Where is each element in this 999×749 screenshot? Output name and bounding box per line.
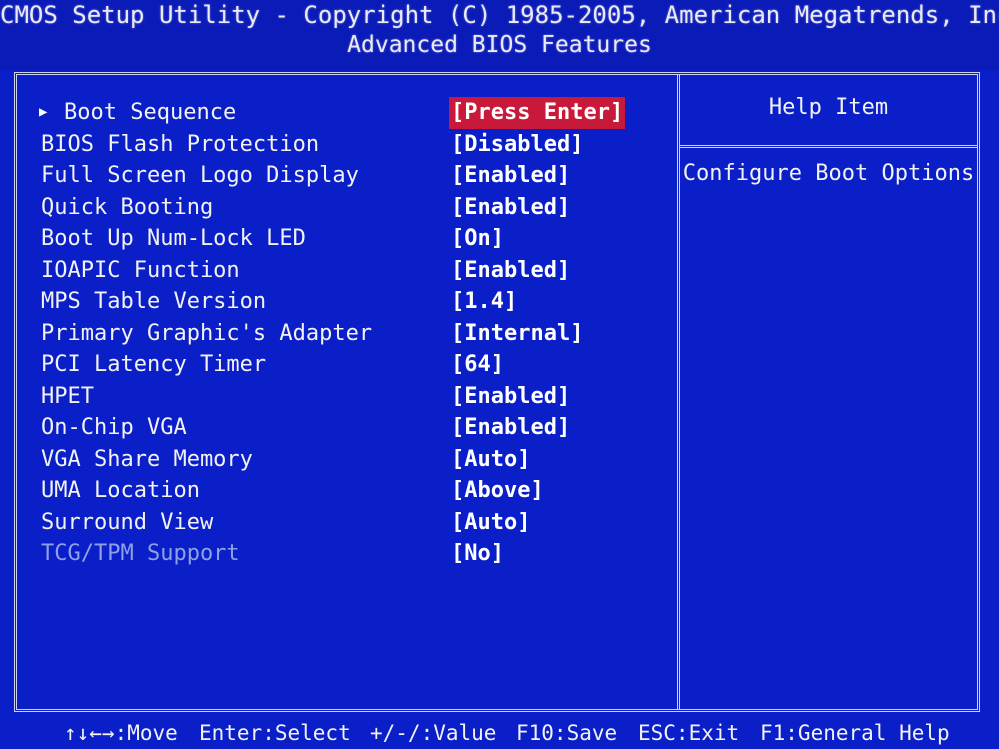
key-hint-value: +/-/:Value: [370, 721, 497, 745]
setting-ioapic-function[interactable]: IOAPIC Function [Enabled]: [37, 255, 657, 287]
setting-value[interactable]: [Press Enter]: [449, 97, 626, 129]
setting-value[interactable]: [Enabled]: [451, 381, 570, 413]
setting-value[interactable]: [Enabled]: [451, 192, 570, 224]
setting-value[interactable]: [Enabled]: [451, 412, 570, 444]
key-hint-exit: ESC:Exit: [638, 721, 740, 745]
setting-label: Boot Up Num-Lock LED: [41, 226, 306, 251]
setting-label: BIOS Flash Protection: [41, 131, 320, 157]
setting-bios-flash-protection[interactable]: BIOS Flash Protection [Disabled]: [37, 129, 657, 161]
setting-pci-latency-timer[interactable]: PCI Latency Timer [64]: [37, 349, 657, 381]
setting-label: Quick Booting: [41, 194, 214, 220]
main-frame: ▶ Boot Sequence [Press Enter] BIOS Flash…: [14, 72, 980, 712]
setting-value[interactable]: [Internal]: [451, 318, 583, 350]
setting-primary-graphics-adapter[interactable]: Primary Graphic's Adapter [Internal]: [37, 318, 657, 350]
submenu-arrow-icon: ▶: [39, 104, 48, 120]
page-title: Advanced BIOS Features: [347, 32, 652, 58]
setting-label: Full Screen Logo Display: [41, 163, 359, 188]
key-hint-move: ↑↓←→:Move: [64, 721, 178, 745]
setting-label: TCG/TPM Support: [41, 541, 240, 566]
setting-uma-location[interactable]: UMA Location [Above]: [37, 475, 657, 507]
key-hint-help: F1:General Help: [760, 721, 950, 745]
setting-mps-table-version[interactable]: MPS Table Version [1.4]: [37, 286, 657, 318]
setting-value[interactable]: [64]: [451, 349, 504, 381]
help-panel-title: Help Item: [768, 95, 889, 120]
setting-boot-sequence[interactable]: ▶ Boot Sequence [Press Enter]: [37, 97, 657, 129]
setting-full-screen-logo-display[interactable]: Full Screen Logo Display [Enabled]: [37, 160, 657, 192]
setting-label: On-Chip VGA: [41, 415, 187, 440]
help-panel-text: Configure Boot Options: [682, 161, 975, 186]
setting-surround-view[interactable]: Surround View [Auto]: [37, 507, 657, 539]
setting-label: Primary Graphic's Adapter: [41, 320, 373, 346]
setting-value[interactable]: [On]: [451, 223, 504, 255]
setting-label: VGA Share Memory: [41, 446, 253, 472]
key-legend: ↑↓←→:Move Enter:Select +/-/:Value F10:Sa…: [0, 718, 999, 749]
setting-boot-up-num-lock-led[interactable]: Boot Up Num-Lock LED [On]: [37, 223, 657, 255]
setting-quick-booting[interactable]: Quick Booting [Enabled]: [37, 192, 657, 224]
setting-hpet[interactable]: HPET [Enabled]: [37, 381, 657, 413]
title-bar: CMOS Setup Utility - Copyright (C) 1985-…: [0, 0, 999, 70]
setting-value[interactable]: [Auto]: [451, 507, 530, 539]
help-divider: [680, 145, 977, 148]
setting-label: MPS Table Version: [41, 289, 267, 314]
setting-value[interactable]: [Enabled]: [451, 160, 570, 192]
setting-label: HPET: [41, 383, 94, 409]
key-hint-save: F10:Save: [516, 721, 618, 745]
setting-value[interactable]: [Enabled]: [451, 255, 570, 287]
setting-value[interactable]: [Auto]: [451, 444, 530, 476]
key-hint-select: Enter:Select: [199, 721, 351, 745]
utility-title: CMOS Setup Utility - Copyright (C) 1985-…: [0, 1, 999, 29]
setting-label: PCI Latency Timer: [41, 352, 267, 377]
setting-value[interactable]: [Above]: [451, 475, 544, 507]
setting-value: [No]: [451, 541, 504, 566]
setting-label: Boot Sequence: [64, 100, 237, 125]
setting-vga-share-memory[interactable]: VGA Share Memory [Auto]: [37, 444, 657, 476]
setting-label: Surround View: [41, 509, 214, 535]
setting-label: IOAPIC Function: [41, 257, 240, 283]
setting-label: UMA Location: [41, 478, 200, 503]
setting-on-chip-vga[interactable]: On-Chip VGA [Enabled]: [37, 412, 657, 444]
setting-value[interactable]: [Disabled]: [451, 129, 583, 161]
setting-tcg-tpm-support: TCG/TPM Support [No]: [37, 538, 657, 570]
settings-list: ▶ Boot Sequence [Press Enter] BIOS Flash…: [37, 97, 657, 570]
setting-value[interactable]: [1.4]: [451, 286, 517, 318]
